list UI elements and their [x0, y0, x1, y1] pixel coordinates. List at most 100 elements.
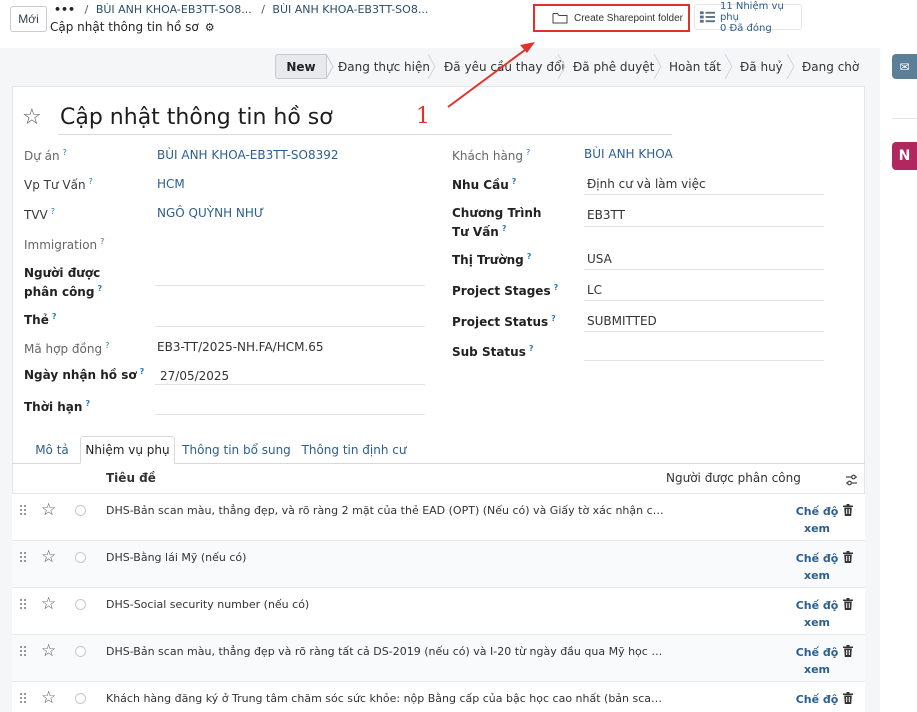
field-label-market: Thị Trường? — [452, 252, 532, 267]
done-toggle[interactable] — [75, 646, 86, 657]
view-button[interactable]: Chế độxem — [792, 691, 842, 712]
assignee-input[interactable] — [155, 285, 425, 286]
subtasks-icon — [699, 11, 716, 23]
stage-change-requested[interactable]: Đã yêu cầu thay đổi — [444, 54, 565, 79]
field-value-project-stages[interactable]: LC — [587, 282, 602, 298]
star-icon[interactable]: ☆ — [41, 594, 56, 614]
drag-handle-icon[interactable] — [20, 693, 28, 705]
stage-cancelled[interactable]: Đã huỷ — [740, 54, 783, 79]
done-toggle[interactable] — [75, 599, 86, 610]
field-label-assignee: Người được phân công? — [24, 266, 103, 299]
field-label-project: Dự án? — [24, 148, 67, 163]
tab-subtasks[interactable]: Nhiệm vụ phụ — [80, 436, 175, 464]
record-title[interactable]: Cập nhật thông tin hồ sơ — [60, 105, 333, 130]
trash-icon[interactable] — [843, 598, 853, 610]
done-toggle[interactable] — [75, 693, 86, 704]
field-value-project-status[interactable]: SUBMITTED — [587, 313, 657, 329]
gear-icon[interactable]: ⚙ — [205, 21, 215, 34]
drag-handle-icon[interactable] — [20, 505, 28, 517]
field-value-program[interactable]: EB3TT — [587, 207, 625, 223]
field-label-immigration: Immigration? — [24, 237, 105, 252]
tab-immigration-info[interactable]: Thông tin định cư — [298, 436, 410, 464]
subtasks-counter: 11 Nhiệm vụ phụ 0 Đã đóng — [720, 1, 801, 34]
breadcrumb-more-button[interactable]: ••• — [54, 3, 75, 16]
stage-divider — [725, 54, 733, 79]
field-value-need[interactable]: Định cư và làm việc — [587, 176, 706, 192]
subtask-title[interactable]: Khách hàng đăng ký ở Trung tâm chăm sóc … — [106, 692, 666, 705]
status-bar: New Đang thực hiện Đã yêu cầu thay đổi Đ… — [0, 48, 880, 86]
subtasks-closed-count: 0 Đã đóng — [719, 22, 772, 34]
project-stages-underline — [584, 300, 824, 301]
project-status-underline — [584, 331, 824, 332]
drag-handle-icon[interactable] — [20, 552, 28, 564]
field-label-project-stages: Project Stages? — [452, 283, 559, 298]
column-header-assignee[interactable]: Người được phân công — [666, 471, 801, 485]
stage-approved[interactable]: Đã phê duyệt — [573, 54, 654, 79]
note-badge[interactable]: N — [892, 142, 917, 170]
star-icon[interactable]: ☆ — [41, 500, 56, 520]
subtask-title[interactable]: DHS-Bản scan màu, thẳng đẹp và rõ ràng t… — [106, 645, 666, 658]
table-row[interactable]: ☆ DHS-Bản scan màu, thẳng đẹp và rõ ràng… — [12, 635, 865, 682]
page-subtitle: Cập nhật thông tin hồ sơ — [50, 20, 199, 34]
subtask-title[interactable]: DHS-Social security number (nếu có) — [106, 598, 666, 611]
stage-divider — [787, 54, 795, 79]
stage-done[interactable]: Hoàn tất — [669, 54, 721, 79]
optional-columns-icon[interactable] — [845, 474, 858, 486]
field-value-consultant[interactable]: NGÔ QUỲNH NHƯ — [157, 205, 264, 221]
stage-in-progress[interactable]: Đang thực hiện — [338, 54, 430, 79]
view-button[interactable]: Chế độxem — [792, 644, 842, 678]
view-button[interactable]: Chế độxem — [792, 597, 842, 631]
field-value-project[interactable]: BÙI ANH KHOA-EB3TT-SO8392 — [157, 147, 339, 163]
breadcrumb-item-record[interactable]: BÙI ANH KHOA-EB3TT-SO8... — [272, 3, 428, 16]
stage-divider — [428, 54, 436, 79]
drag-handle-icon[interactable] — [20, 599, 28, 611]
stage-divider — [558, 54, 566, 79]
table-row[interactable]: ☆ Khách hàng đăng ký ở Trung tâm chăm só… — [12, 682, 865, 712]
done-toggle[interactable] — [75, 552, 86, 563]
table-row[interactable]: ☆ DHS-Bản scan màu, thẳng đẹp, và rõ ràn… — [12, 494, 865, 541]
tab-additional-info[interactable]: Thông tin bổ sung — [180, 436, 293, 464]
trash-icon[interactable] — [843, 645, 853, 657]
trash-icon[interactable] — [843, 692, 853, 704]
table-row[interactable]: ☆ DHS-Social security number (nếu có) Ch… — [12, 588, 865, 635]
annotation-number: 1 — [416, 104, 430, 129]
control-panel: Mới ••• / BÙI ANH KHOA-EB3TT-SO8... / BÙ… — [0, 0, 880, 48]
breadcrumb-item-project[interactable]: BÙI ANH KHOA-EB3TT-SO8... — [96, 3, 252, 16]
star-icon[interactable]: ☆ — [41, 641, 56, 661]
field-value-contract: EB3-TT/2025-NH.FA/HCM.65 — [157, 340, 324, 354]
view-button[interactable]: Chế độxem — [792, 503, 842, 537]
stage-waiting[interactable]: Đang chờ — [802, 54, 859, 79]
deadline-input[interactable] — [155, 414, 425, 415]
field-label-customer: Khách hàng? — [452, 148, 531, 163]
new-button[interactable]: Mới — [10, 6, 47, 32]
market-underline — [584, 269, 824, 270]
favorite-star-icon[interactable]: ☆ — [22, 105, 42, 130]
subtask-title[interactable]: DHS-Bằng lái Mỹ (nếu có) — [106, 551, 666, 564]
column-header-title[interactable]: Tiêu đề — [106, 471, 156, 485]
subtasks-smart-button[interactable]: 11 Nhiệm vụ phụ 0 Đã đóng — [694, 1, 802, 34]
done-toggle[interactable] — [75, 505, 86, 516]
page-subtitle-row: Cập nhật thông tin hồ sơ ⚙ — [50, 20, 215, 34]
table-row[interactable]: ☆ DHS-Bằng lái Mỹ (nếu có) Chế độ xem — [12, 541, 865, 588]
sub-status-input[interactable] — [584, 360, 824, 361]
star-icon[interactable]: ☆ — [41, 547, 56, 567]
field-value-received-date[interactable]: 27/05/2025 — [160, 368, 229, 384]
field-value-market[interactable]: USA — [587, 251, 612, 267]
field-label-received-date: Ngày nhận hồ sơ? — [24, 367, 145, 382]
tab-description[interactable]: Mô tả — [24, 436, 80, 464]
drag-handle-icon[interactable] — [20, 646, 28, 658]
stage-new[interactable]: New — [275, 54, 327, 79]
need-underline — [584, 194, 824, 195]
field-value-office[interactable]: HCM — [157, 176, 185, 192]
field-label-contract: Mã hợp đồng? — [24, 341, 110, 356]
star-icon[interactable]: ☆ — [41, 688, 56, 708]
trash-icon[interactable] — [843, 504, 853, 516]
field-value-customer[interactable]: BÙI ANH KHOA — [584, 146, 673, 162]
subtask-title[interactable]: DHS-Bản scan màu, thẳng đẹp, và rõ ràng … — [106, 504, 666, 517]
mail-icon[interactable]: ✉ — [892, 54, 917, 79]
create-sharepoint-folder-button[interactable]: Create Sharepoint folder — [533, 4, 690, 32]
view-button[interactable]: Chế độxem — [792, 550, 842, 584]
right-panel — [880, 0, 917, 712]
trash-icon[interactable] — [843, 551, 853, 563]
tags-input[interactable] — [155, 326, 425, 327]
